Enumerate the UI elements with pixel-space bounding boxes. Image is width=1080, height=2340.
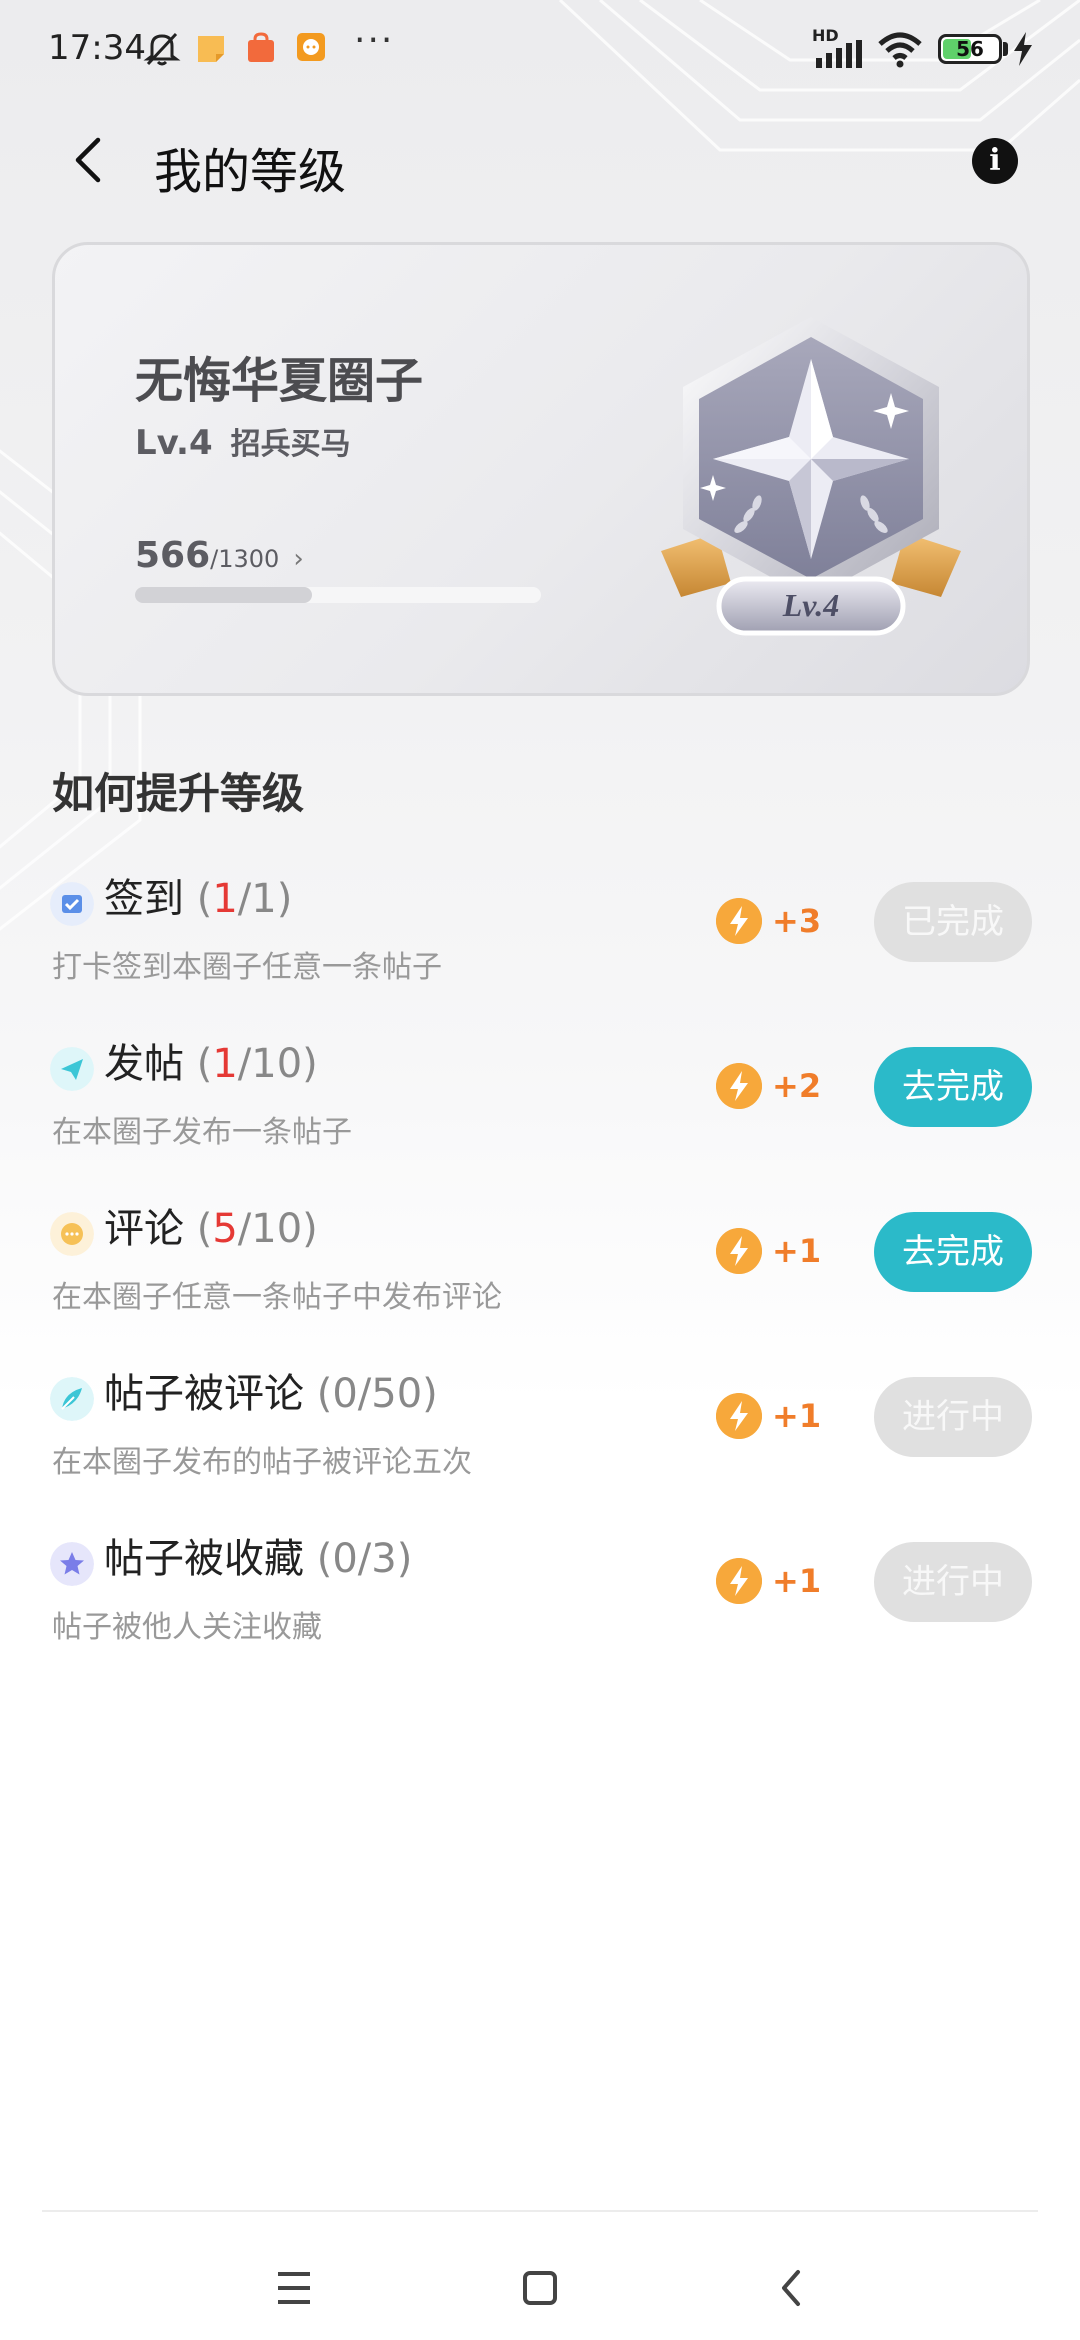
nav-divider — [42, 2210, 1038, 2212]
sticky-note-icon — [198, 36, 224, 62]
task-title: 帖子被收藏 (0/3) — [104, 1526, 412, 1584]
menu-icon[interactable] — [254, 2248, 334, 2328]
level-card: 无悔华夏圈子 Lv.4 招兵买马 566/1300 › Lv.4 — [52, 242, 1030, 696]
progress-current: 566 — [135, 535, 211, 576]
task-title: 发帖 (1/10) — [104, 1031, 318, 1089]
comment-bubble-icon — [50, 1212, 94, 1256]
battery-nub — [1003, 42, 1008, 56]
section-title: 如何提升等级 — [52, 769, 305, 818]
task-status-button[interactable]: 进行中 — [874, 1377, 1032, 1457]
task-name: 评论 — [104, 1206, 184, 1252]
task-name: 发帖 — [104, 1041, 184, 1087]
progress-link[interactable]: 566/1300 › — [135, 535, 304, 576]
task-description: 帖子被他人关注收藏 — [52, 1610, 322, 1645]
status-bar: 17:34 ··· HD 56 — [0, 0, 1080, 100]
level-name: 招兵买马 — [230, 427, 351, 462]
task-action-button[interactable]: 去完成 — [874, 1212, 1032, 1292]
charging-icon — [1014, 32, 1032, 66]
task-name: 帖子被收藏 — [104, 1536, 304, 1582]
status-time: 17:34 — [48, 28, 146, 68]
task-item-signin: 签到 (1/1) 打卡签到本圈子任意一条帖子 +3 已完成 — [0, 858, 1080, 1008]
task-item-post: 发帖 (1/10) 在本圈子发布一条帖子 +2 去完成 — [0, 1023, 1080, 1173]
level-badge-icon: Lv.4 — [661, 317, 961, 636]
more-dots-icon: ··· — [354, 20, 395, 61]
task-points: +1 — [772, 1397, 822, 1435]
feather-icon — [50, 1377, 94, 1421]
task-item-post-favorited: 帖子被收藏 (0/3) 帖子被他人关注收藏 +1 进行中 — [0, 1518, 1080, 1668]
star-icon — [50, 1542, 94, 1586]
progress-bar — [135, 587, 541, 603]
task-item-comment: 评论 (5/10) 在本圈子任意一条帖子中发布评论 +1 去完成 — [0, 1188, 1080, 1338]
task-total-count: /1) — [237, 876, 293, 922]
task-done-count: 0 — [332, 1371, 358, 1417]
task-title: 评论 (5/10) — [104, 1196, 318, 1254]
chevron-right-icon: › — [293, 544, 304, 574]
shopping-bag-icon — [248, 32, 274, 62]
task-name: 签到 — [104, 876, 184, 922]
task-status-button[interactable]: 进行中 — [874, 1542, 1032, 1622]
paper-plane-icon — [50, 1047, 94, 1091]
back-triangle-icon[interactable] — [752, 2248, 832, 2328]
task-title: 签到 (1/1) — [104, 866, 292, 924]
task-open-paren: ( — [304, 1536, 333, 1582]
task-points: +1 — [772, 1562, 822, 1600]
circle-name: 无悔华夏圈子 — [135, 353, 424, 409]
task-open-paren: ( — [184, 1206, 213, 1252]
task-open-paren: ( — [184, 876, 213, 922]
level-number: Lv.4 — [135, 423, 213, 463]
task-done-count: 1 — [212, 876, 238, 922]
task-done-count: 1 — [212, 1041, 238, 1087]
task-description: 在本圈子发布的帖子被评论五次 — [52, 1445, 472, 1480]
task-description: 在本圈子发布一条帖子 — [52, 1115, 352, 1150]
task-item-post-commented: 帖子被评论 (0/50) 在本圈子发布的帖子被评论五次 +1 进行中 — [0, 1353, 1080, 1503]
info-icon[interactable]: i — [972, 138, 1018, 184]
task-status-button[interactable]: 已完成 — [874, 882, 1032, 962]
lightning-icon — [716, 1228, 762, 1274]
chat-app-icon — [297, 33, 325, 61]
task-points: +3 — [772, 902, 822, 940]
battery-icon: 56 — [938, 34, 1002, 64]
task-action-button[interactable]: 去完成 — [874, 1047, 1032, 1127]
task-open-paren: ( — [184, 1041, 213, 1087]
task-points: +2 — [772, 1067, 822, 1105]
level-page: 17:34 ··· HD 56 我的等级 i 无悔华夏圈子 Lv.4 招兵买马 … — [0, 0, 1080, 2340]
bell-muted-icon — [143, 32, 181, 66]
page-title: 我的等级 — [154, 144, 347, 200]
task-open-paren: ( — [304, 1371, 333, 1417]
task-done-count: 0 — [332, 1536, 358, 1582]
task-total-count: /10) — [237, 1206, 318, 1252]
home-square-icon[interactable] — [500, 2248, 580, 2328]
back-button[interactable] — [60, 130, 120, 190]
signal-icon — [816, 40, 862, 68]
lightning-icon — [716, 1558, 762, 1604]
task-points: +1 — [772, 1232, 822, 1270]
progress-bar-fill — [135, 587, 312, 603]
task-done-count: 5 — [212, 1206, 238, 1252]
lightning-icon — [716, 898, 762, 944]
task-total-count: /3) — [357, 1536, 413, 1582]
lightning-icon — [716, 1393, 762, 1439]
badge-level-label: Lv.4 — [782, 587, 840, 623]
progress-total: /1300 — [210, 545, 280, 573]
task-description: 打卡签到本圈子任意一条帖子 — [52, 950, 442, 985]
task-title: 帖子被评论 (0/50) — [104, 1361, 438, 1419]
task-total-count: /10) — [237, 1041, 318, 1087]
calendar-check-icon — [50, 882, 94, 926]
task-total-count: /50) — [357, 1371, 438, 1417]
lightning-icon — [716, 1063, 762, 1109]
battery-percent: 56 — [956, 37, 984, 61]
wifi-icon — [878, 32, 922, 68]
level-line: Lv.4 招兵买马 — [135, 419, 351, 463]
task-description: 在本圈子任意一条帖子中发布评论 — [52, 1280, 502, 1315]
task-name: 帖子被评论 — [104, 1371, 304, 1417]
